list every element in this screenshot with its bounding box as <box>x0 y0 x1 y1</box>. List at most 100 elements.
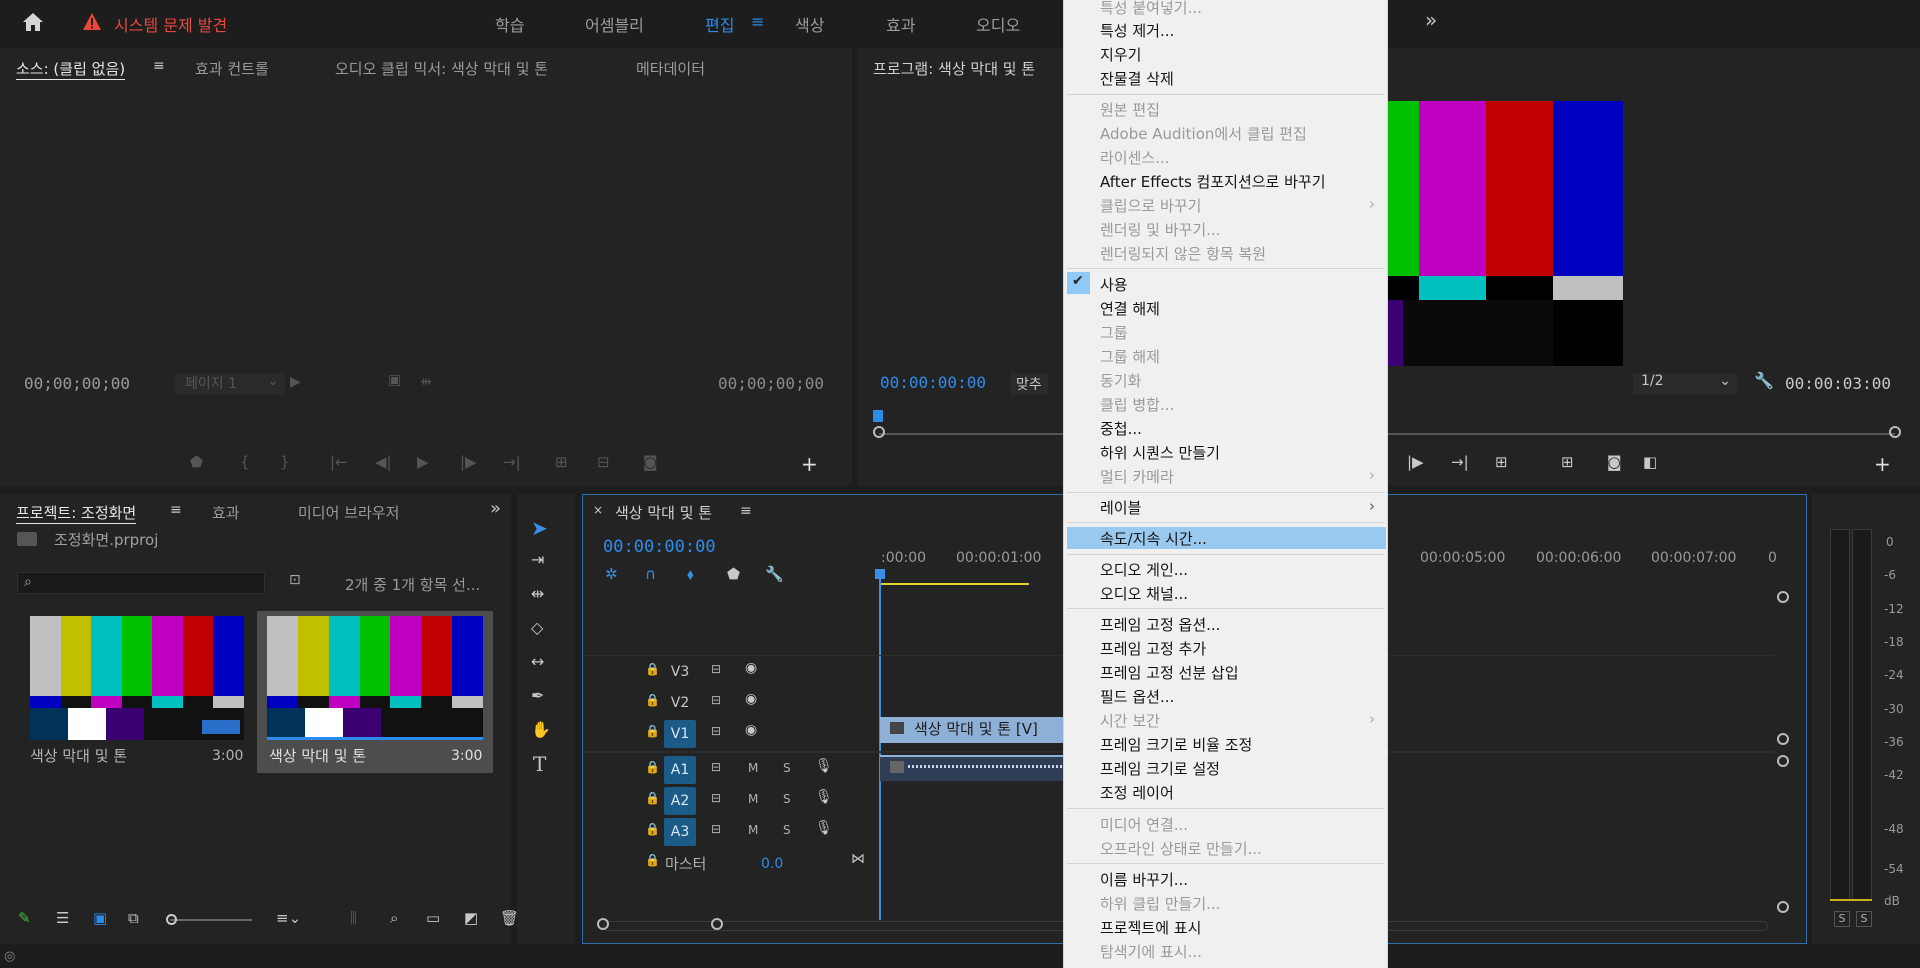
automate-icon[interactable]: ⫼ <box>350 909 357 927</box>
overwrite-clip-icon[interactable]: ⊟ <box>597 453 610 471</box>
tab-media-browser[interactable]: 미디어 브라우저 <box>298 502 399 523</box>
menu-item-merge-clips[interactable]: 클립 병합... <box>1100 394 1174 415</box>
pencil-icon[interactable]: ✎ <box>18 909 31 927</box>
workspace-effects[interactable]: 효과 <box>886 12 915 36</box>
ripple-edit-tool-icon[interactable]: ⇹ <box>531 584 544 603</box>
mute-button[interactable]: M <box>748 792 758 806</box>
video-clip[interactable]: 색상 막대 및 톤 [V] <box>880 717 1085 743</box>
type-tool-icon[interactable]: T <box>533 752 546 776</box>
timeline-settings-icon[interactable]: 🔧 <box>765 565 784 583</box>
project-item-selected[interactable]: 색상 막대 및 톤 3:00 <box>257 611 493 773</box>
vertical-scroll-handle[interactable] <box>1777 591 1789 603</box>
vertical-scroll-handle[interactable] <box>1777 901 1789 913</box>
menu-item-frame-hold-options[interactable]: 프레임 고정 옵션... <box>1100 614 1220 635</box>
menu-item-enable[interactable]: 사용 <box>1100 274 1128 295</box>
solo-right-button[interactable]: S <box>1856 911 1872 927</box>
selection-tool-icon[interactable]: ➤ <box>531 516 548 540</box>
timeline-tab[interactable]: 색상 막대 및 톤 <box>615 502 712 523</box>
menu-item-edit-in-audition[interactable]: Adobe Audition에서 클립 편집 <box>1100 123 1307 144</box>
tab-project[interactable]: 프로젝트: 조정화면 <box>16 502 137 524</box>
new-bin-icon[interactable]: ▭ <box>426 909 440 927</box>
menu-item-make-subsequence[interactable]: 하위 시퀀스 만들기 <box>1100 442 1220 463</box>
play-icon[interactable]: ▶ <box>417 453 429 471</box>
menu-item-remove-attributes[interactable]: 특성 제거... <box>1100 20 1174 41</box>
menu-item-multi-camera[interactable]: 멀티 카메라 <box>1100 466 1174 487</box>
mic-icon[interactable]: 🎙 <box>815 820 833 836</box>
tab-metadata[interactable]: 메타데이터 <box>636 58 705 79</box>
mic-icon[interactable]: 🎙 <box>815 789 833 805</box>
menu-item-edit-original[interactable]: 원본 편집 <box>1100 99 1160 120</box>
new-item-icon[interactable]: ◩ <box>464 909 478 927</box>
hand-tool-icon[interactable]: ✋ <box>531 720 551 739</box>
track-target-v3[interactable]: V3 <box>664 658 696 686</box>
pen-tool-icon[interactable]: ✒ <box>531 686 544 705</box>
sync-lock-icon[interactable]: ⊟ <box>711 791 721 805</box>
page-select[interactable]: 페이지 1 ⌄ <box>175 373 285 395</box>
menu-item-audio-gain[interactable]: 오디오 게인... <box>1100 559 1188 580</box>
panel-menu-icon[interactable]: ≡ <box>153 58 165 74</box>
solo-button[interactable]: S <box>783 761 791 775</box>
track-target-a3[interactable]: A3 <box>664 818 696 846</box>
eye-icon[interactable]: ◉ <box>745 722 757 738</box>
mic-icon[interactable]: 🎙 <box>815 758 833 774</box>
menu-item-replace-with-ae[interactable]: After Effects 컴포지션으로 바꾸기 <box>1100 171 1326 192</box>
sync-lock-icon[interactable]: ⊟ <box>711 724 721 738</box>
menu-item-ungroup[interactable]: 그룹 해제 <box>1100 346 1160 367</box>
menu-item-make-subclip[interactable]: 하위 클립 만들기... <box>1100 893 1220 914</box>
mark-out-icon[interactable]: } <box>280 453 290 471</box>
slip-tool-icon[interactable]: ↔ <box>531 652 544 671</box>
menu-item-audio-channels[interactable]: 오디오 채널... <box>1100 583 1188 604</box>
add-button-icon[interactable]: + <box>1874 452 1891 476</box>
workspace-learn[interactable]: 학습 <box>495 12 524 36</box>
track-target-v1[interactable]: V1 <box>664 720 696 748</box>
go-to-out-icon[interactable]: →| <box>1451 453 1469 471</box>
vertical-scroll-handle[interactable] <box>1777 733 1789 745</box>
playhead-head[interactable] <box>875 569 885 579</box>
lock-icon[interactable]: 🔒 <box>645 662 660 676</box>
menu-item-insert-frame-hold-segment[interactable]: 프레임 고정 선분 삽입 <box>1100 662 1239 683</box>
track-select-tool-icon[interactable]: ⇥ <box>531 550 544 569</box>
menu-item-reveal-in-explorer[interactable]: 탐색기에 표시... <box>1100 941 1202 962</box>
audio-clip[interactable] <box>880 755 1085 781</box>
menu-item-field-options[interactable]: 필드 옵션... <box>1100 686 1174 707</box>
workspace-menu-icon[interactable]: ≡ <box>751 12 764 31</box>
tab-source[interactable]: 소스: (클립 없음) <box>16 58 126 80</box>
vertical-scroll-handle[interactable] <box>1777 755 1789 767</box>
tab-audio-clip-mixer[interactable]: 오디오 클립 믹서: 색상 막대 및 톤 <box>335 58 548 79</box>
menu-item-speed-duration[interactable]: 속도/지속 시간... <box>1100 528 1207 549</box>
zoom-handle-right[interactable] <box>711 918 723 930</box>
mute-button[interactable]: M <box>748 761 758 775</box>
menu-item-restore-unrendered[interactable]: 렌더링되지 않은 항목 복원 <box>1100 243 1266 264</box>
master-volume-value[interactable]: 0.0 <box>761 856 783 872</box>
menu-item-make-offline[interactable]: 오프라인 상태로 만들기... <box>1100 838 1262 859</box>
wrench-icon[interactable]: 🔧 <box>1754 371 1774 390</box>
lock-icon[interactable]: 🔒 <box>645 822 660 836</box>
scrubber-end-handle[interactable] <box>1889 426 1901 438</box>
list-view-icon[interactable]: ☰ <box>56 909 69 927</box>
find-icon[interactable]: ⌕ <box>390 909 398 927</box>
eye-icon[interactable]: ◉ <box>745 660 757 676</box>
go-to-out-icon[interactable]: →| <box>503 453 521 471</box>
step-forward-icon[interactable]: |▶ <box>460 453 477 471</box>
menu-item-group[interactable]: 그룹 <box>1100 322 1128 343</box>
menu-item-render-and-replace[interactable]: 렌더링 및 바꾸기... <box>1100 219 1220 240</box>
workspace-audio[interactable]: 오디오 <box>976 12 1020 36</box>
sync-lock-icon[interactable]: ⊟ <box>711 822 721 836</box>
insert-icon[interactable]: ⇻ <box>420 374 432 390</box>
eye-icon[interactable]: ◉ <box>745 691 757 707</box>
icon-view-icon[interactable]: ▣ <box>93 909 107 927</box>
lift-icon[interactable]: ⊞ <box>1495 453 1508 471</box>
tab-effects[interactable]: 효과 <box>212 502 240 523</box>
menu-item-label[interactable]: 레이블 <box>1100 497 1141 518</box>
menu-item-unlink[interactable]: 연결 해제 <box>1100 298 1160 319</box>
lock-icon[interactable]: 🔒 <box>645 724 660 738</box>
nest-toggle-icon[interactable]: ✲ <box>605 565 618 583</box>
warning-icon[interactable] <box>82 12 102 32</box>
menu-item-scale-to-frame-size[interactable]: 프레임 크기로 비율 조정 <box>1100 734 1252 755</box>
menu-item-add-frame-hold[interactable]: 프레임 고정 추가 <box>1100 638 1206 659</box>
step-forward-icon[interactable]: |▶ <box>1407 453 1424 471</box>
sync-lock-icon[interactable]: ⊟ <box>711 693 721 707</box>
menu-item-replace-with-clip[interactable]: 클립으로 바꾸기 <box>1100 195 1201 216</box>
linked-selection-icon[interactable]: ⬧ <box>687 565 694 583</box>
workspace-edit[interactable]: 편집 <box>705 12 734 36</box>
